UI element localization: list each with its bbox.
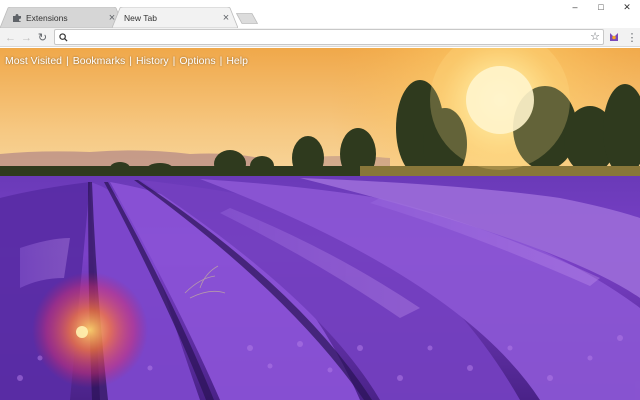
new-tab-page: Most Visited | Bookmarks | History | Opt…	[0, 48, 640, 400]
address-bar[interactable]: ☆	[54, 29, 604, 45]
top-links: Most Visited | Bookmarks | History | Opt…	[5, 55, 248, 67]
close-window-button[interactable]: ✕	[614, 0, 640, 14]
search-icon	[59, 32, 68, 42]
link-separator: |	[219, 55, 223, 67]
back-button[interactable]: ←	[3, 30, 18, 45]
link-most-visited[interactable]: Most Visited	[5, 55, 62, 67]
puzzle-icon	[12, 13, 22, 23]
extension-icon[interactable]	[608, 31, 620, 43]
tab-new-tab[interactable]: New Tab ×	[112, 7, 238, 28]
tab-title: Extensions	[26, 12, 68, 23]
lavender-field-background	[0, 48, 640, 400]
link-bookmarks[interactable]: Bookmarks	[73, 55, 126, 67]
window-controls: – □ ✕	[562, 0, 640, 14]
forward-button[interactable]: →	[19, 30, 34, 45]
minimize-button[interactable]: –	[562, 0, 588, 14]
link-options[interactable]: Options	[179, 55, 215, 67]
address-input[interactable]	[72, 31, 603, 43]
maximize-button[interactable]: □	[588, 0, 614, 14]
tab-extensions[interactable]: Extensions ×	[0, 7, 124, 28]
link-help[interactable]: Help	[226, 55, 248, 67]
tab-strip: Extensions × New Tab × – □ ✕	[0, 0, 640, 28]
link-separator: |	[66, 55, 69, 67]
bookmark-star-icon[interactable]: ☆	[590, 30, 600, 44]
tab-title: New Tab	[124, 12, 157, 23]
link-separator: |	[129, 55, 132, 67]
link-history[interactable]: History	[136, 55, 169, 67]
reload-button[interactable]: ↻	[35, 30, 50, 45]
new-tab-button[interactable]	[236, 13, 258, 24]
browser-toolbar: ← → ↻ ☆ ⋮	[0, 28, 640, 47]
close-tab-icon[interactable]: ×	[221, 12, 231, 23]
link-separator: |	[172, 55, 176, 67]
browser-menu-button[interactable]: ⋮	[626, 30, 638, 45]
